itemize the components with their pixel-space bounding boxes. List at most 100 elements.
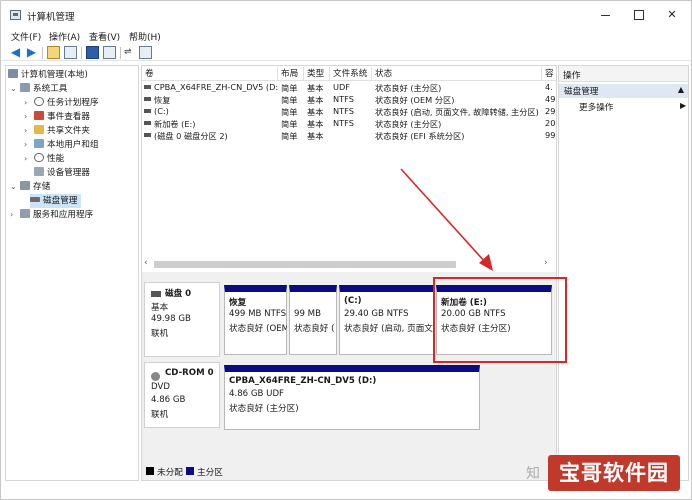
volume-type: 基本 — [307, 83, 324, 93]
watermark: 知 宝哥软件园 — [526, 453, 686, 495]
chevron-right-icon[interactable]: › — [24, 96, 34, 110]
column-header-status[interactable]: 状态 — [372, 67, 542, 80]
cdrom-0-label[interactable]: CD-ROM 0 DVD 4.86 GB 联机 — [144, 362, 220, 428]
volume-icon — [144, 109, 151, 113]
maximize-button[interactable] — [625, 5, 653, 25]
navigation-tree: 计算机管理(本地) ⌄ 系统工具 › 任务计划程序 › 事件查看器 › 共享文件夹 › 本… — [5, 65, 139, 481]
tree-item-system-tools[interactable]: ⌄ 系统工具 — [10, 82, 67, 96]
column-header-capacity[interactable]: 容 — [542, 67, 556, 80]
title-bar: 计算机管理 ✕ — [1, 1, 691, 29]
volume-capacity: 99 — [545, 130, 556, 140]
table-row[interactable]: 恢复 简单 基本 NTFS 状态良好 (OEM 分区) 49 — [142, 94, 556, 106]
partition-name: CPBA_X64FRE_ZH-CN_DV5 (D:) — [229, 376, 377, 386]
chevron-up-icon[interactable]: ▲ — [678, 85, 684, 94]
legend-primary: 主分区 — [197, 468, 223, 478]
up-folder-icon[interactable] — [47, 46, 60, 59]
volume-icon — [144, 97, 151, 101]
actions-section-disk-management[interactable]: 磁盘管理 ▲ — [559, 84, 688, 98]
chevron-right-icon[interactable]: › — [24, 138, 34, 152]
volume-type: 基本 — [307, 119, 324, 129]
close-button[interactable]: ✕ — [658, 5, 686, 25]
menu-view[interactable]: 查看(V) — [89, 30, 120, 43]
help-icon[interactable] — [86, 46, 99, 59]
partition-status: 状态良好 (OEM — [229, 324, 287, 334]
menu-file[interactable]: 文件(F) — [11, 30, 41, 43]
volume-type: 基本 — [307, 95, 324, 105]
volume-capacity: 29 — [545, 106, 556, 116]
tree-item-storage[interactable]: ⌄ 存储 — [10, 180, 50, 194]
view-icon[interactable] — [139, 46, 152, 59]
disk-0-label[interactable]: 磁盘 0 基本 49.98 GB 联机 — [144, 282, 220, 357]
chevron-right-icon[interactable]: › — [24, 124, 34, 138]
show-hide-tree-icon[interactable] — [64, 46, 77, 59]
volume-icon — [144, 85, 151, 89]
table-row[interactable]: (磁盘 0 磁盘分区 2) 简单 基本 状态良好 (EFI 系统分区) 99 — [142, 130, 556, 142]
partition-size: 4.86 GB UDF — [229, 389, 285, 399]
tree-item-event-viewer[interactable]: › 事件查看器 — [24, 110, 90, 124]
minimize-button[interactable] — [592, 5, 620, 25]
tools-icon — [20, 83, 30, 92]
toolbar: ◀ ▶ ⇌ — [1, 45, 691, 61]
horizontal-scrollbar[interactable]: ‹ › — [142, 258, 556, 270]
action-pane-icon[interactable]: ⇌ — [124, 46, 137, 59]
tree-item-task-scheduler[interactable]: › 任务计划程序 — [24, 96, 99, 110]
clock-icon — [34, 97, 44, 106]
volume-capacity: 4. — [545, 82, 553, 92]
tree-item-services[interactable]: › 服务和应用程序 — [10, 208, 93, 222]
partition-efi[interactable]: 99 MB 状态良好 ( — [289, 285, 337, 355]
actions-section-label: 磁盘管理 — [564, 87, 599, 97]
volume-status: 状态良好 (主分区) — [375, 119, 442, 129]
disk-state: 联机 — [151, 329, 169, 339]
chevron-right-icon[interactable]: ▶ — [680, 101, 686, 110]
tree-item-root[interactable]: 计算机管理(本地) — [8, 68, 88, 82]
partition-recovery[interactable]: 恢复 499 MB NTFS 状态良好 (OEM — [224, 285, 287, 355]
chevron-right-icon[interactable]: › — [24, 152, 34, 166]
column-header-filesystem[interactable]: 文件系统 — [330, 67, 372, 80]
volume-status: 状态良好 (主分区) — [375, 83, 442, 93]
services-icon — [20, 209, 30, 218]
partition-name: (C:) — [344, 296, 362, 306]
device-manager-icon — [34, 167, 44, 176]
scroll-right-icon[interactable]: › — [544, 258, 548, 268]
chevron-right-icon[interactable]: › — [24, 110, 34, 124]
watermark-prefix: 知 — [526, 466, 540, 482]
column-header-volume[interactable]: 卷 — [142, 67, 278, 80]
more-actions-link[interactable]: 更多操作 — [579, 101, 613, 113]
table-row[interactable]: 新加卷 (E:) 简单 基本 NTFS 状态良好 (主分区) 20 — [142, 118, 556, 130]
tree-label: 共享文件夹 — [47, 126, 90, 136]
forward-arrow-icon[interactable]: ▶ — [25, 46, 38, 59]
volume-layout: 简单 — [281, 95, 298, 105]
menu-help[interactable]: 帮助(H) — [129, 30, 161, 43]
disk-type: 基本 — [151, 303, 169, 313]
volume-icon — [144, 133, 151, 137]
menu-bar: 文件(F) 操作(A) 查看(V) 帮助(H) — [1, 29, 691, 44]
column-header-layout[interactable]: 布局 — [278, 67, 304, 80]
chevron-down-icon[interactable]: ⌄ — [10, 82, 20, 96]
partition-status: 状态良好 (启动, 页面文件, — [344, 324, 434, 334]
menu-action[interactable]: 操作(A) — [49, 30, 80, 43]
volume-layout: 简单 — [281, 107, 298, 117]
table-row[interactable]: (C:) 简单 基本 NTFS 状态良好 (启动, 页面文件, 故障转储, 主分… — [142, 106, 556, 118]
toolbar-separator — [81, 47, 82, 59]
volume-fs: UDF — [333, 82, 351, 92]
chevron-down-icon[interactable]: ⌄ — [10, 180, 20, 194]
chevron-right-icon[interactable]: › — [10, 208, 20, 222]
back-arrow-icon[interactable]: ◀ — [9, 46, 22, 59]
tree-item-local-users[interactable]: › 本地用户和组 — [24, 138, 99, 152]
scroll-left-icon[interactable]: ‹ — [144, 258, 148, 268]
tree-item-performance[interactable]: › 性能 — [24, 152, 64, 166]
cdrom-type: DVD — [151, 382, 170, 392]
column-header-type[interactable]: 类型 — [304, 67, 330, 80]
shared-folder-icon — [34, 125, 44, 134]
users-icon — [34, 139, 44, 148]
properties-icon[interactable] — [103, 46, 116, 59]
tree-item-shared-folders[interactable]: › 共享文件夹 — [24, 124, 90, 138]
volume-fs: NTFS — [333, 94, 354, 104]
volume-name: 恢复 — [154, 95, 171, 105]
partition-cdrom-d[interactable]: CPBA_X64FRE_ZH-CN_DV5 (D:) 4.86 GB UDF 状… — [224, 365, 480, 430]
scrollbar-thumb[interactable] — [154, 261, 456, 268]
partition-c[interactable]: (C:) 29.40 GB NTFS 状态良好 (启动, 页面文件, — [339, 285, 434, 355]
table-row[interactable]: CPBA_X64FRE_ZH-CN_DV5 (D:) 简单 基本 UDF 状态良… — [142, 82, 556, 94]
tree-item-device-manager[interactable]: 设备管理器 — [34, 166, 90, 180]
tree-item-disk-management[interactable]: 磁盘管理 — [30, 194, 82, 208]
